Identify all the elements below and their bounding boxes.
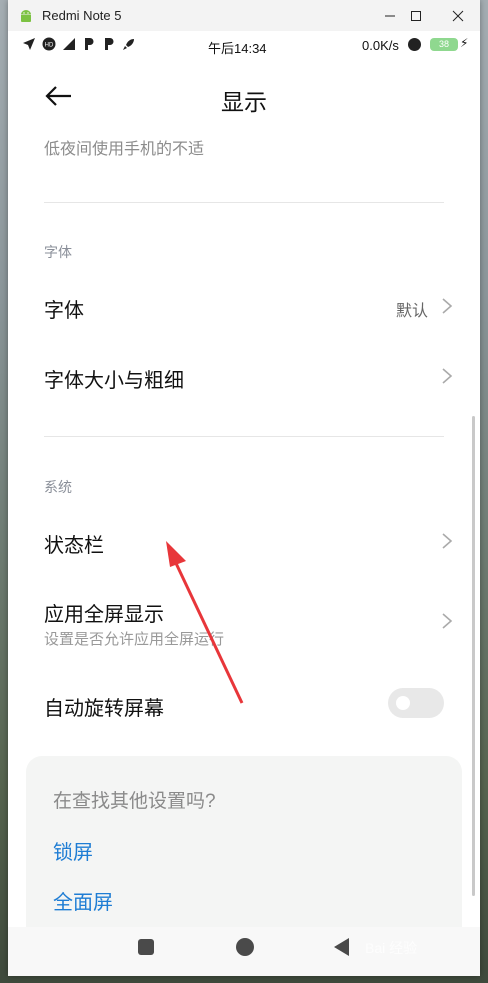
back-button[interactable] xyxy=(334,938,349,956)
charging-icon: ⚡ xyxy=(460,36,469,50)
battery-indicator: 38 xyxy=(430,38,458,51)
divider xyxy=(44,436,444,437)
section-header-system: 系统 xyxy=(44,479,72,495)
window-title: Redmi Note 5 xyxy=(42,8,122,23)
window-titlebar[interactable]: Redmi Note 5 xyxy=(8,0,480,31)
rocket-icon xyxy=(123,39,134,50)
page-header: 显示 xyxy=(8,71,480,121)
status-bar-row[interactable]: 状态栏 xyxy=(8,511,480,571)
status-bar: HD 午后14:34 0.0K/s 38 ⚡ xyxy=(8,31,480,61)
close-icon xyxy=(452,10,464,21)
font-row[interactable]: 字体 默认 xyxy=(8,276,480,336)
maximize-icon xyxy=(411,10,421,21)
chevron-right-icon xyxy=(442,298,453,314)
p-app-icon xyxy=(85,38,94,50)
p-app-icon-2 xyxy=(105,38,114,50)
home-button[interactable] xyxy=(236,938,254,956)
scrollbar[interactable] xyxy=(472,416,475,896)
fullscreen-apps-row[interactable]: 应用全屏显示 设置是否允许应用全屏运行 xyxy=(8,586,480,656)
lock-screen-link[interactable]: 锁屏 xyxy=(53,836,93,865)
status-icons: HD xyxy=(22,37,136,51)
signal-icon xyxy=(63,38,75,50)
font-size-label: 字体大小与粗细 xyxy=(44,370,184,392)
android-icon xyxy=(21,9,31,22)
hd-icon: HD xyxy=(42,37,56,51)
network-speed: 0.0K/s xyxy=(362,38,399,53)
watermark: Bai 经验 xyxy=(365,940,418,956)
close-button[interactable] xyxy=(436,0,480,31)
auto-rotate-row: 自动旋转屏幕 xyxy=(8,674,480,734)
fullscreen-label: 应用全屏显示 xyxy=(44,604,164,626)
chevron-right-icon xyxy=(442,533,453,549)
location-icon xyxy=(23,38,35,50)
recents-button[interactable] xyxy=(138,939,154,955)
status-bar-label: 状态栏 xyxy=(44,535,104,557)
auto-rotate-label: 自动旋转屏幕 xyxy=(44,698,164,720)
alarm-icon xyxy=(408,38,421,51)
full-screen-link[interactable]: 全面屏 xyxy=(53,886,113,915)
auto-rotate-toggle[interactable] xyxy=(388,688,444,718)
other-settings-card: 在查找其他设置吗? 锁屏 全面屏 xyxy=(26,756,462,956)
toggle-knob xyxy=(396,696,410,710)
page-title: 显示 xyxy=(221,89,267,115)
section-header-font: 字体 xyxy=(44,244,72,260)
phone-screen: HD 午后14:34 0.0K/s 38 ⚡ 显示 低夜间使用手机的不适 字体 … xyxy=(8,31,480,976)
svg-text:HD: HD xyxy=(45,43,54,49)
divider xyxy=(44,202,444,203)
font-value: 默认 xyxy=(395,303,428,320)
chevron-right-icon xyxy=(442,613,453,629)
fullscreen-description: 设置是否允许应用全屏运行 xyxy=(44,631,225,648)
font-label: 字体 xyxy=(44,300,84,322)
status-time: 午后14:34 xyxy=(208,41,267,56)
chevron-right-icon xyxy=(442,368,453,384)
maximize-button[interactable] xyxy=(394,0,438,31)
emulator-window: Redmi Note 5 HD 午后14:34 0.0K/s 38 ⚡ 显示 低… xyxy=(8,0,480,976)
other-settings-question: 在查找其他设置吗? xyxy=(53,791,216,812)
dark-mode-description: 低夜间使用手机的不适 xyxy=(44,141,205,158)
font-size-row[interactable]: 字体大小与粗细 xyxy=(8,346,480,406)
